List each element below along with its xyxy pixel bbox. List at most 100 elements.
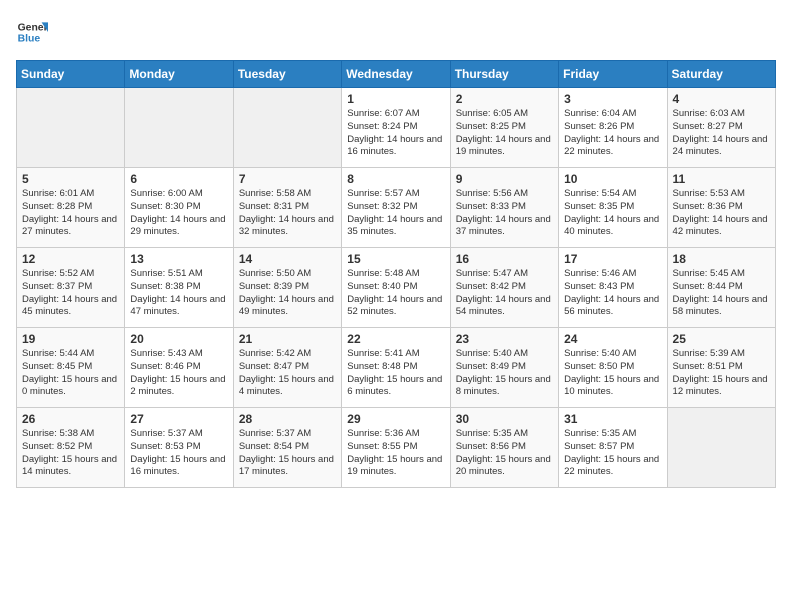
cell-info: Sunrise: 6:04 AM Sunset: 8:26 PM Dayligh…: [564, 108, 661, 159]
calendar-week-row: 5 Sunrise: 6:01 AM Sunset: 8:28 PM Daylig…: [17, 168, 776, 248]
cell-info: Sunrise: 5:40 AM Sunset: 8:50 PM Dayligh…: [564, 348, 661, 399]
calendar-table: SundayMondayTuesdayWednesdayThursdayFrid…: [16, 60, 776, 488]
cell-info: Sunrise: 5:40 AM Sunset: 8:49 PM Dayligh…: [456, 348, 553, 399]
cell-info: Sunrise: 5:58 AM Sunset: 8:31 PM Dayligh…: [239, 188, 336, 239]
page-header: General Blue: [16, 16, 776, 48]
cell-info: Sunrise: 5:43 AM Sunset: 8:46 PM Dayligh…: [130, 348, 227, 399]
cell-info: Sunrise: 5:57 AM Sunset: 8:32 PM Dayligh…: [347, 188, 444, 239]
cell-info: Sunrise: 6:01 AM Sunset: 8:28 PM Dayligh…: [22, 188, 119, 239]
day-number: 3: [564, 92, 661, 106]
day-number: 18: [673, 252, 770, 266]
calendar-cell: [17, 88, 125, 168]
calendar-week-row: 26 Sunrise: 5:38 AM Sunset: 8:52 PM Dayli…: [17, 408, 776, 488]
cell-info: Sunrise: 6:03 AM Sunset: 8:27 PM Dayligh…: [673, 108, 770, 159]
calendar-cell: 10 Sunrise: 5:54 AM Sunset: 8:35 PM Dayli…: [559, 168, 667, 248]
calendar-cell: 22Sunrise: 5:41 AM Sunset: 8:48 PM Dayli…: [342, 328, 450, 408]
day-number: 13: [130, 252, 227, 266]
calendar-cell: 12 Sunrise: 5:52 AM Sunset: 8:37 PM Dayli…: [17, 248, 125, 328]
svg-text:Blue: Blue: [18, 34, 41, 45]
cell-info: Sunrise: 5:35 AM Sunset: 8:56 PM Dayligh…: [456, 428, 553, 479]
day-number: 7: [239, 172, 336, 186]
calendar-week-row: 19Sunrise: 5:44 AM Sunset: 8:45 PM Dayli…: [17, 328, 776, 408]
cell-info: Sunrise: 5:39 AM Sunset: 8:51 PM Dayligh…: [673, 348, 770, 399]
day-number: 16: [456, 252, 553, 266]
day-number: 31: [564, 412, 661, 426]
calendar-cell: [233, 88, 341, 168]
day-number: 10: [564, 172, 661, 186]
cell-info: Sunrise: 5:52 AM Sunset: 8:37 PM Dayligh…: [22, 268, 119, 319]
day-number: 6: [130, 172, 227, 186]
weekday-header: Sunday: [17, 61, 125, 88]
weekday-header: Thursday: [450, 61, 558, 88]
calendar-header-row: SundayMondayTuesdayWednesdayThursdayFrid…: [17, 61, 776, 88]
day-number: 11: [673, 172, 770, 186]
day-number: 21: [239, 332, 336, 346]
logo-icon: General Blue: [16, 16, 48, 48]
calendar-cell: 23 Sunrise: 5:40 AM Sunset: 8:49 PM Dayli…: [450, 328, 558, 408]
day-number: 8: [347, 172, 444, 186]
weekday-header: Wednesday: [342, 61, 450, 88]
cell-info: Sunrise: 6:07 AM Sunset: 8:24 PM Dayligh…: [347, 108, 444, 159]
weekday-header: Monday: [125, 61, 233, 88]
calendar-cell: 20 Sunrise: 5:43 AM Sunset: 8:46 PM Dayli…: [125, 328, 233, 408]
calendar-cell: 28Sunrise: 5:37 AM Sunset: 8:54 PM Dayli…: [233, 408, 341, 488]
cell-info: Sunrise: 5:38 AM Sunset: 8:52 PM Dayligh…: [22, 428, 119, 479]
calendar-cell: 11 Sunrise: 5:53 AM Sunset: 8:36 PM Dayli…: [667, 168, 775, 248]
cell-info: Sunrise: 5:50 AM Sunset: 8:39 PM Dayligh…: [239, 268, 336, 319]
calendar-cell: 3 Sunrise: 6:04 AM Sunset: 8:26 PM Daylig…: [559, 88, 667, 168]
calendar-cell: 5 Sunrise: 6:01 AM Sunset: 8:28 PM Daylig…: [17, 168, 125, 248]
calendar-cell: 9Sunrise: 5:56 AM Sunset: 8:33 PM Daylig…: [450, 168, 558, 248]
weekday-header: Tuesday: [233, 61, 341, 88]
calendar-cell: [125, 88, 233, 168]
cell-info: Sunrise: 5:54 AM Sunset: 8:35 PM Dayligh…: [564, 188, 661, 239]
calendar-cell: [667, 408, 775, 488]
day-number: 26: [22, 412, 119, 426]
cell-info: Sunrise: 5:42 AM Sunset: 8:47 PM Dayligh…: [239, 348, 336, 399]
day-number: 9: [456, 172, 553, 186]
day-number: 17: [564, 252, 661, 266]
cell-info: Sunrise: 5:35 AM Sunset: 8:57 PM Dayligh…: [564, 428, 661, 479]
cell-info: Sunrise: 6:00 AM Sunset: 8:30 PM Dayligh…: [130, 188, 227, 239]
calendar-cell: 18Sunrise: 5:45 AM Sunset: 8:44 PM Dayli…: [667, 248, 775, 328]
day-number: 15: [347, 252, 444, 266]
calendar-cell: 27Sunrise: 5:37 AM Sunset: 8:53 PM Dayli…: [125, 408, 233, 488]
logo: General Blue: [16, 16, 48, 48]
calendar-week-row: 12 Sunrise: 5:52 AM Sunset: 8:37 PM Dayli…: [17, 248, 776, 328]
day-number: 25: [673, 332, 770, 346]
weekday-header: Saturday: [667, 61, 775, 88]
cell-info: Sunrise: 5:46 AM Sunset: 8:43 PM Dayligh…: [564, 268, 661, 319]
day-number: 12: [22, 252, 119, 266]
calendar-cell: 16Sunrise: 5:47 AM Sunset: 8:42 PM Dayli…: [450, 248, 558, 328]
calendar-cell: 26 Sunrise: 5:38 AM Sunset: 8:52 PM Dayli…: [17, 408, 125, 488]
calendar-cell: 1Sunrise: 6:07 AM Sunset: 8:24 PM Daylig…: [342, 88, 450, 168]
day-number: 27: [130, 412, 227, 426]
calendar-cell: 13 Sunrise: 5:51 AM Sunset: 8:38 PM Dayli…: [125, 248, 233, 328]
day-number: 23: [456, 332, 553, 346]
cell-info: Sunrise: 5:41 AM Sunset: 8:48 PM Dayligh…: [347, 348, 444, 399]
calendar-cell: 2 Sunrise: 6:05 AM Sunset: 8:25 PM Daylig…: [450, 88, 558, 168]
calendar-cell: 17 Sunrise: 5:46 AM Sunset: 8:43 PM Dayli…: [559, 248, 667, 328]
calendar-cell: 15 Sunrise: 5:48 AM Sunset: 8:40 PM Dayli…: [342, 248, 450, 328]
cell-info: Sunrise: 5:53 AM Sunset: 8:36 PM Dayligh…: [673, 188, 770, 239]
cell-info: Sunrise: 5:37 AM Sunset: 8:54 PM Dayligh…: [239, 428, 336, 479]
calendar-cell: 7 Sunrise: 5:58 AM Sunset: 8:31 PM Daylig…: [233, 168, 341, 248]
day-number: 20: [130, 332, 227, 346]
cell-info: Sunrise: 5:51 AM Sunset: 8:38 PM Dayligh…: [130, 268, 227, 319]
calendar-cell: 8 Sunrise: 5:57 AM Sunset: 8:32 PM Daylig…: [342, 168, 450, 248]
day-number: 5: [22, 172, 119, 186]
calendar-cell: 24 Sunrise: 5:40 AM Sunset: 8:50 PM Dayli…: [559, 328, 667, 408]
cell-info: Sunrise: 6:05 AM Sunset: 8:25 PM Dayligh…: [456, 108, 553, 159]
calendar-cell: 6 Sunrise: 6:00 AM Sunset: 8:30 PM Daylig…: [125, 168, 233, 248]
day-number: 2: [456, 92, 553, 106]
calendar-week-row: 1Sunrise: 6:07 AM Sunset: 8:24 PM Daylig…: [17, 88, 776, 168]
weekday-header: Friday: [559, 61, 667, 88]
day-number: 24: [564, 332, 661, 346]
cell-info: Sunrise: 5:36 AM Sunset: 8:55 PM Dayligh…: [347, 428, 444, 479]
calendar-cell: 30Sunrise: 5:35 AM Sunset: 8:56 PM Dayli…: [450, 408, 558, 488]
day-number: 19: [22, 332, 119, 346]
cell-info: Sunrise: 5:48 AM Sunset: 8:40 PM Dayligh…: [347, 268, 444, 319]
calendar-cell: 25 Sunrise: 5:39 AM Sunset: 8:51 PM Dayli…: [667, 328, 775, 408]
day-number: 14: [239, 252, 336, 266]
calendar-cell: 14 Sunrise: 5:50 AM Sunset: 8:39 PM Dayli…: [233, 248, 341, 328]
day-number: 4: [673, 92, 770, 106]
